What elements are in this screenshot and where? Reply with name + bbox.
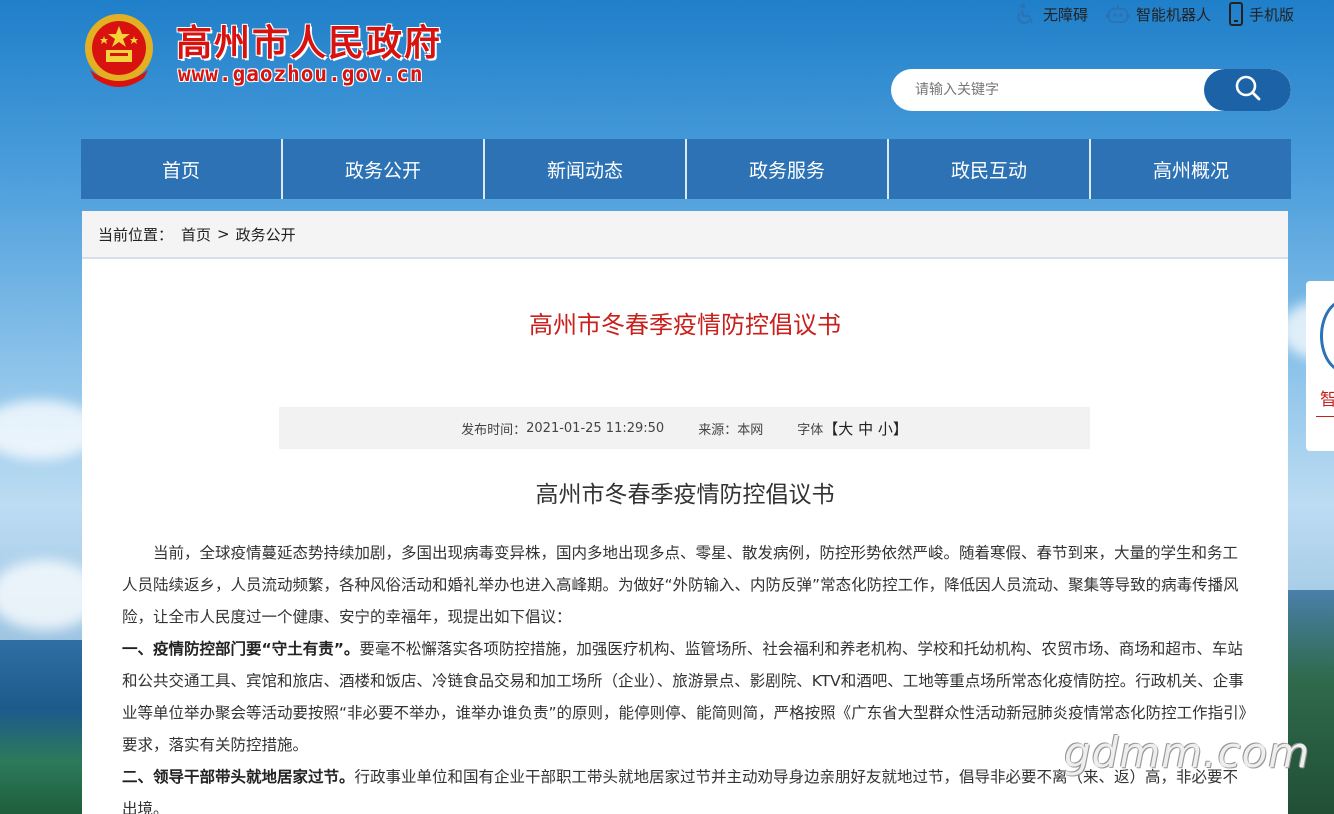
national-emblem-logo	[82, 12, 156, 88]
point-1-heading: 一、疫情防控部门要“守土有责”。	[122, 640, 360, 658]
nav-item-gov-affairs-public[interactable]: 政务公开	[283, 139, 485, 199]
nav-item-interaction[interactable]: 政民互动	[889, 139, 1091, 199]
accessibility-link[interactable]: 无障碍	[1015, 2, 1088, 26]
font-medium-button[interactable]: 中	[858, 420, 873, 438]
robot-ring-icon	[1320, 299, 1334, 373]
top-links: 无障碍 智能机器人 手机版	[1015, 2, 1294, 26]
nav-item-gov-services[interactable]: 政务服务	[687, 139, 889, 199]
font-size-controls: 【大 中 小】	[823, 418, 908, 439]
point-2-heading: 二、领导干部带头就地居家过节。	[122, 768, 355, 786]
search-button[interactable]	[1204, 69, 1291, 111]
mobile-version-link[interactable]: 手机版	[1228, 2, 1294, 26]
lake-scenery	[0, 640, 90, 814]
breadcrumb: 当前位置： 首页 > 政务公开	[82, 211, 1288, 259]
watermark: gdmm.com	[1064, 728, 1311, 777]
search-box	[891, 69, 1291, 111]
font-small-button[interactable]: 小	[878, 420, 893, 438]
article-subtitle: 高州市冬春季疫情防控倡议书	[535, 482, 835, 508]
accessibility-label: 无障碍	[1042, 5, 1088, 24]
source-label: 来源：	[698, 422, 738, 438]
nav-item-home[interactable]: 首页	[81, 139, 283, 199]
breadcrumb-home-link[interactable]: 首页	[181, 224, 211, 245]
smart-robot-float-widget[interactable]: 智	[1306, 281, 1334, 451]
breadcrumb-prefix: 当前位置：	[98, 225, 174, 244]
font-bracket-open: 【	[823, 419, 839, 438]
breadcrumb-separator: >	[217, 225, 230, 243]
article-title: 高州市冬春季疫情防控倡议书	[529, 311, 841, 339]
robot-icon	[1105, 3, 1130, 25]
nav-item-gaozhou-overview[interactable]: 高州概况	[1091, 139, 1291, 199]
mobile-version-label: 手机版	[1248, 5, 1294, 24]
breadcrumb-gov-affairs-link[interactable]: 政务公开	[236, 224, 296, 245]
publish-time-label: 发布时间：	[461, 422, 527, 438]
article-intro-paragraph: 当前，全球疫情蔓延态势持续加剧，多国出现病毒变异株，国内多地出现多点、零星、散发…	[122, 544, 1239, 626]
publish-time: 2021-01-25 11:29:50	[526, 420, 665, 436]
accessibility-icon	[1015, 3, 1037, 25]
nav-item-news[interactable]: 新闻动态	[485, 139, 687, 199]
side-widget-underline	[1316, 416, 1334, 417]
robot-link[interactable]: 智能机器人	[1105, 2, 1211, 26]
font-size-label: 字体	[797, 422, 824, 438]
font-large-button[interactable]: 大	[838, 420, 853, 438]
robot-label: 智能机器人	[1135, 5, 1211, 24]
side-widget-label: 智	[1320, 390, 1334, 410]
font-bracket-close: 】	[892, 419, 908, 438]
search-icon	[1234, 74, 1262, 106]
source-value: 本网	[737, 422, 764, 438]
site-title[interactable]: 高州市人民政府	[176, 14, 442, 66]
article-meta-bar: 发布时间： 2021-01-25 11:29:50 来源： 本网 字体 【大 中…	[279, 407, 1090, 449]
mobile-phone-icon	[1228, 2, 1243, 26]
hill-scenery	[1284, 590, 1334, 814]
content-panel: 当前位置： 首页 > 政务公开 高州市冬春季疫情防控倡议书 发布时间： 2021…	[82, 211, 1288, 814]
search-input[interactable]	[915, 69, 1195, 111]
site-url[interactable]: www.gaozhou.gov.cn	[178, 62, 424, 86]
main-nav: 首页 政务公开 新闻动态 政务服务 政民互动 高州概况	[81, 139, 1291, 199]
